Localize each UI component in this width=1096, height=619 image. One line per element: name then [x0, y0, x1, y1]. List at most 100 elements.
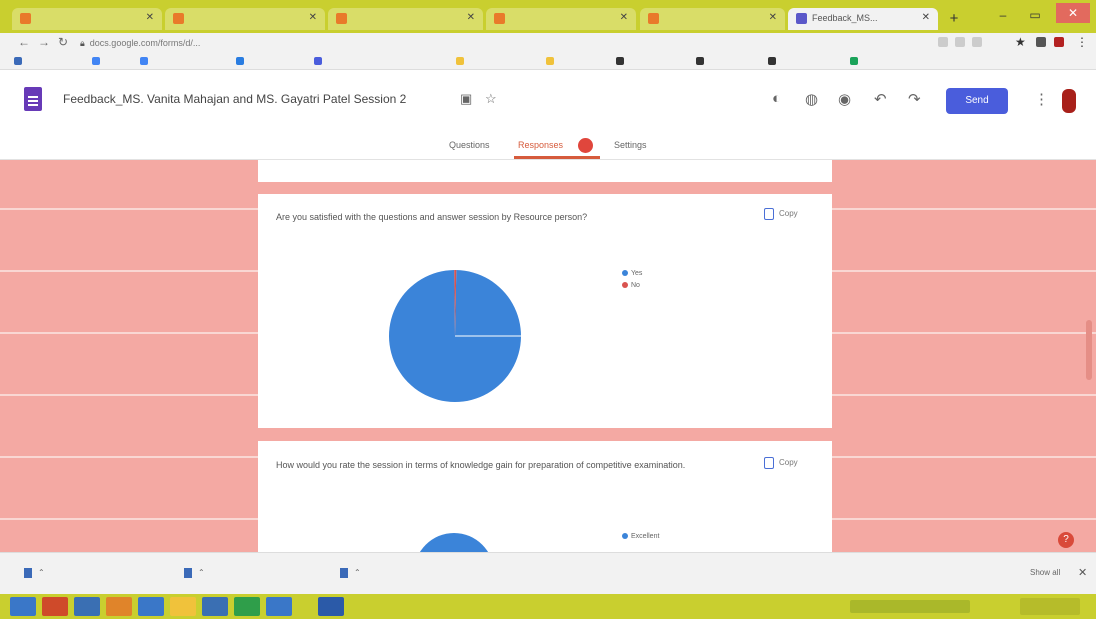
profile-icon[interactable]: [1054, 37, 1064, 47]
bookmark-icon: [14, 57, 22, 65]
question-card: Are you satisfied with the questions and…: [258, 194, 832, 428]
taskbar-app-icon[interactable]: [74, 597, 100, 616]
tab-favicon-icon: [173, 13, 184, 24]
extension-icon[interactable]: [972, 37, 982, 47]
move-to-folder-icon[interactable]: ▣: [460, 91, 472, 107]
scrollbar-thumb[interactable]: [1086, 320, 1092, 380]
maximize-icon[interactable]: ▭: [1022, 5, 1048, 25]
palette-icon[interactable]: ◍: [805, 90, 818, 108]
question-card: How would you rate the session in terms …: [258, 441, 832, 552]
windows-taskbar: [0, 594, 1096, 619]
legend-swatch: [622, 270, 628, 277]
tab-favicon-icon: [20, 13, 31, 24]
close-tab-icon[interactable]: ✕: [620, 12, 628, 23]
form-title[interactable]: Feedback_MS. Vanita Mahajan and MS. Gaya…: [63, 92, 406, 106]
reload-icon[interactable]: ↻: [58, 35, 68, 49]
avatar[interactable]: [1062, 89, 1076, 113]
undo-icon[interactable]: ↶: [874, 90, 887, 108]
download-item[interactable]: ⌃: [340, 568, 361, 578]
system-tray[interactable]: [850, 600, 970, 613]
taskbar-app-icon[interactable]: [318, 597, 344, 616]
send-button[interactable]: Send: [946, 88, 1008, 114]
file-icon: [24, 568, 32, 578]
bookmark-icon: [236, 57, 244, 65]
taskbar-app-icon[interactable]: [266, 597, 292, 616]
browser-tab[interactable]: ✕: [640, 8, 785, 30]
bookmark-icon: [546, 57, 554, 65]
close-tab-icon[interactable]: ✕: [467, 12, 475, 23]
tab-label: Feedback_MS...: [812, 13, 878, 23]
extension-icon[interactable]: [938, 37, 948, 47]
customize-theme-icon[interactable]: ◐: [772, 90, 781, 107]
help-icon[interactable]: ?: [1058, 532, 1074, 548]
close-downloads-icon[interactable]: ✕: [1078, 566, 1087, 579]
browser-tab[interactable]: ✕: [328, 8, 483, 30]
start-button-icon[interactable]: [10, 597, 36, 616]
previous-card-bottom: [258, 160, 832, 182]
taskbar-app-icon[interactable]: [138, 597, 164, 616]
browser-tab-active[interactable]: Feedback_MS... ✕: [788, 8, 938, 30]
google-forms-favicon-icon: [796, 13, 807, 24]
legend-item-yes: Yes: [622, 270, 642, 277]
forms-header: Feedback_MS. Vanita Mahajan and MS. Gaya…: [0, 70, 1096, 160]
extension-icon[interactable]: [955, 37, 965, 47]
close-tab-icon[interactable]: ✕: [309, 12, 317, 23]
legend-item-no: No: [622, 282, 640, 289]
new-tab-icon[interactable]: +: [944, 9, 964, 29]
active-tab-indicator: [514, 156, 600, 159]
taskbar-app-icon[interactable]: [170, 597, 196, 616]
tab-responses[interactable]: Responses: [518, 140, 563, 150]
clock[interactable]: [1020, 598, 1080, 615]
close-tab-icon[interactable]: ✕: [146, 12, 154, 23]
url-field[interactable]: 🔒︎ docs.google.com/forms/d/...: [80, 36, 910, 51]
pie-chart: [389, 270, 521, 402]
legend-swatch: [622, 533, 628, 540]
question-text: How would you rate the session in terms …: [276, 460, 686, 470]
browser-menu-icon[interactable]: ⋮: [1076, 35, 1088, 49]
bookmark-icon: [768, 57, 776, 65]
star-icon[interactable]: ★: [1015, 35, 1026, 49]
address-bar: ← → ↻ 🔒︎ docs.google.com/forms/d/... ★ ⋮: [0, 33, 1096, 53]
bookmark-icon: [456, 57, 464, 65]
taskbar-app-icon[interactable]: [202, 597, 228, 616]
bookmark-icon: [616, 57, 624, 65]
bookmark-icon: [696, 57, 704, 65]
taskbar-app-icon[interactable]: [234, 597, 260, 616]
back-icon[interactable]: ←: [18, 35, 30, 49]
legend-label: Excellent: [631, 533, 660, 540]
file-icon: [340, 568, 348, 578]
star-icon[interactable]: ☆: [485, 91, 497, 107]
tab-questions[interactable]: Questions: [449, 140, 490, 150]
copy-chart-button[interactable]: Copy: [764, 457, 798, 469]
show-all-downloads-link[interactable]: Show all: [1030, 568, 1060, 577]
minimize-icon[interactable]: –: [990, 5, 1016, 25]
forward-icon[interactable]: →: [38, 35, 50, 49]
browser-tab[interactable]: ✕: [165, 8, 325, 30]
url-text: docs.google.com/forms/d/...: [89, 38, 201, 48]
tab-settings[interactable]: Settings: [614, 140, 647, 150]
taskbar-app-icon[interactable]: [106, 597, 132, 616]
responses-content[interactable]: Are you satisfied with the questions and…: [0, 160, 1096, 552]
lock-icon: 🔒︎: [80, 38, 85, 48]
browser-tab[interactable]: ✕: [12, 8, 162, 30]
google-forms-logo-icon[interactable]: [24, 87, 42, 111]
pie-chart-partial: [414, 533, 494, 552]
bookmarks-bar: [0, 53, 1096, 70]
legend-label: Yes: [631, 270, 643, 277]
legend-item-excellent: Excellent: [622, 533, 659, 540]
taskbar-app-icon[interactable]: [42, 597, 68, 616]
download-item[interactable]: ⌃: [184, 568, 205, 578]
bookmark-icon: [92, 57, 100, 65]
file-icon: [184, 568, 192, 578]
extension-icon[interactable]: [1036, 37, 1046, 47]
preview-eye-icon[interactable]: ◉: [838, 90, 851, 108]
window-close-icon[interactable]: ✕: [1056, 3, 1090, 23]
close-tab-icon[interactable]: ✕: [769, 12, 777, 23]
legend-label: No: [631, 282, 640, 289]
browser-tab[interactable]: ✕: [486, 8, 636, 30]
form-tabs: Questions Responses Settings: [0, 132, 1096, 160]
download-item[interactable]: ⌃: [24, 568, 45, 578]
close-tab-icon[interactable]: ✕: [922, 12, 930, 23]
more-options-icon[interactable]: ⋮: [1034, 90, 1049, 108]
redo-icon[interactable]: ↷: [908, 90, 921, 108]
